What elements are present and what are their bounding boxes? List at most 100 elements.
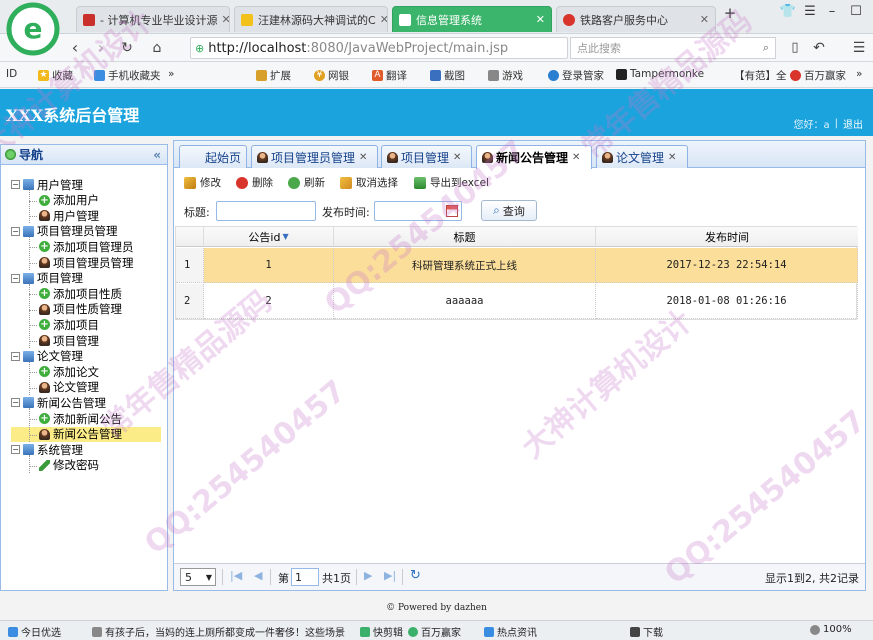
bookmarks-toggle-icon[interactable]: ID bbox=[6, 68, 17, 80]
sidebar-group[interactable]: − 新闻公告管理 bbox=[11, 395, 106, 410]
status-hot-news[interactable]: 热点资讯 bbox=[484, 624, 537, 639]
refresh-icon[interactable]: ↻ bbox=[116, 37, 138, 59]
status-daily-picks[interactable]: 今日优选 bbox=[8, 624, 61, 639]
cancel-select-button[interactable]: 取消选择 bbox=[340, 175, 398, 190]
close-icon[interactable]: ✕ bbox=[359, 152, 367, 163]
browser-tab-2[interactable]: 汪建林源码大神调试的C ✕ bbox=[234, 6, 388, 32]
bookmark-games[interactable]: 游戏 bbox=[488, 68, 523, 83]
close-icon[interactable]: ✕ bbox=[217, 13, 229, 26]
sidebar-item[interactable]: + 添加项目 bbox=[39, 317, 99, 332]
collapse-toggle-icon[interactable]: − bbox=[11, 351, 20, 361]
browser-tab-1[interactable]: - 计算机专业毕业设计源 ✕ bbox=[76, 6, 230, 32]
home-icon[interactable]: ⌂ bbox=[146, 37, 168, 59]
close-icon[interactable]: ✕ bbox=[376, 13, 387, 26]
sidebar-group[interactable]: − 项目管理 bbox=[11, 271, 83, 286]
refresh-icon[interactable]: ↻ bbox=[410, 568, 421, 583]
bookmark-tampermonkey[interactable]: Tampermonke bbox=[616, 68, 704, 80]
first-page-icon[interactable]: |◀ bbox=[230, 569, 242, 582]
tab-home[interactable]: 起始页 bbox=[179, 145, 247, 168]
sidebar-group[interactable]: − 论文管理 bbox=[11, 349, 83, 364]
undo-icon[interactable]: ↶ bbox=[808, 37, 830, 59]
sidebar-item[interactable]: 项目管理 bbox=[39, 333, 99, 348]
grid-header-time[interactable]: 发布时间 bbox=[596, 227, 858, 247]
status-download[interactable]: 下载 bbox=[630, 624, 663, 639]
bookmarks-more[interactable]: » bbox=[856, 68, 862, 80]
status-quick-cut[interactable]: 快剪辑 bbox=[360, 624, 403, 639]
bookmark-youfan[interactable]: 【有范】全 bbox=[734, 68, 787, 83]
collapse-toggle-icon[interactable]: − bbox=[11, 445, 20, 455]
collapse-button[interactable]: « bbox=[153, 148, 161, 162]
browser-tab-3[interactable]: 信息管理系统 ✕ bbox=[392, 6, 552, 32]
grid-header-title[interactable]: 标题 bbox=[334, 227, 596, 247]
sidebar-group[interactable]: − 用户管理 bbox=[11, 177, 83, 192]
sidebar-item[interactable]: 项目性质管理 bbox=[39, 302, 122, 317]
close-icon[interactable]: ✕ bbox=[696, 13, 709, 26]
tab-paper[interactable]: 论文管理 ✕ bbox=[596, 145, 688, 168]
collapse-toggle-icon[interactable]: − bbox=[11, 273, 20, 283]
new-tab-button[interactable]: + bbox=[720, 4, 740, 22]
bookmark-favorites[interactable]: ★ 收藏 bbox=[38, 68, 73, 83]
url-input[interactable]: ⊕ http://localhost:8080/JavaWebProject/m… bbox=[190, 37, 568, 59]
status-million[interactable]: 百万赢家 bbox=[408, 624, 461, 639]
prev-page-icon[interactable]: ◀ bbox=[254, 569, 262, 582]
next-page-icon[interactable]: ▶ bbox=[364, 569, 372, 582]
search-icon[interactable]: ⌕ bbox=[763, 41, 769, 55]
sidebar-item[interactable]: + 添加用户 bbox=[39, 193, 99, 208]
bookmark-mobile[interactable]: 手机收藏夹 bbox=[94, 68, 161, 83]
status-zoom[interactable]: 100% bbox=[810, 624, 852, 635]
logout-link[interactable]: 退出 bbox=[843, 116, 863, 131]
sidebar-group[interactable]: − 项目管理员管理 bbox=[11, 224, 118, 239]
back-button[interactable]: ‹ bbox=[64, 37, 86, 59]
bookmark-login-manager[interactable]: 登录管家 bbox=[548, 68, 604, 83]
menu-icon[interactable]: ☰ bbox=[800, 4, 820, 19]
page-number-input[interactable]: 1 bbox=[291, 568, 319, 586]
sidebar-group[interactable]: − 系统管理 bbox=[11, 442, 83, 457]
page-size-select[interactable]: 5 ▼ bbox=[180, 568, 216, 586]
export-excel-button[interactable]: 导出到excel bbox=[414, 175, 489, 190]
bookmark-screenshot[interactable]: 截图 bbox=[430, 68, 465, 83]
title-input[interactable] bbox=[216, 201, 316, 221]
table-cell-id[interactable]: 2 bbox=[204, 284, 334, 319]
sidebar-item[interactable]: + 添加项目管理员 bbox=[39, 239, 134, 254]
tab-project[interactable]: 项目管理 ✕ bbox=[381, 145, 472, 168]
tab-news[interactable]: 新闻公告管理 ✕ bbox=[476, 145, 592, 169]
delete-button[interactable]: 删除 bbox=[236, 175, 273, 190]
bookmarks-more[interactable]: » bbox=[168, 68, 174, 80]
forward-button[interactable]: › bbox=[90, 37, 112, 59]
sidebar-item[interactable]: + 添加新闻公告 bbox=[39, 411, 122, 426]
menu-icon[interactable]: ☰ bbox=[848, 37, 870, 59]
sidebar-item[interactable]: 用户管理 bbox=[39, 208, 99, 223]
sidebar-item[interactable]: 修改密码 bbox=[39, 458, 99, 473]
sidebar-item[interactable]: 项目管理员管理 bbox=[39, 255, 134, 270]
grid-header-id[interactable]: 公告id ▼ bbox=[204, 227, 334, 247]
tab-project-admin[interactable]: 项目管理员管理 ✕ bbox=[251, 145, 378, 168]
collapse-toggle-icon[interactable]: − bbox=[11, 398, 20, 408]
browser-search-input[interactable]: 点此搜索 ⌕ bbox=[570, 37, 776, 59]
edit-button[interactable]: 修改 bbox=[184, 175, 221, 190]
bookmark-translate[interactable]: A 翻译 bbox=[372, 68, 407, 83]
maximize-icon[interactable]: ☐ bbox=[846, 4, 866, 19]
close-icon[interactable]: ✕ bbox=[453, 152, 461, 163]
collapse-toggle-icon[interactable]: − bbox=[11, 226, 20, 236]
table-cell-time[interactable]: 2017-12-23 22:54:14 bbox=[596, 248, 858, 283]
browser-tab-4[interactable]: 铁路客户服务中心 ✕ bbox=[556, 6, 716, 32]
skin-icon[interactable]: 👕 bbox=[778, 4, 798, 19]
bookmark-extensions[interactable]: 扩展 bbox=[256, 68, 291, 83]
phone-icon[interactable]: ▯ bbox=[784, 37, 806, 59]
close-icon[interactable]: ✕ bbox=[572, 152, 580, 163]
refresh-button[interactable]: 刷新 bbox=[288, 175, 325, 190]
close-icon[interactable]: ✕ bbox=[532, 13, 545, 26]
collapse-toggle-icon[interactable]: − bbox=[11, 180, 20, 189]
table-cell-title[interactable]: 科研管理系统正式上线 bbox=[334, 248, 596, 283]
minimize-icon[interactable]: – bbox=[822, 4, 842, 19]
calendar-icon[interactable] bbox=[446, 205, 458, 217]
bookmark-bank[interactable]: ¥ 网银 bbox=[314, 68, 349, 83]
table-cell-time[interactable]: 2018-01-08 01:26:16 bbox=[596, 284, 858, 319]
sidebar-item[interactable]: 论文管理 bbox=[39, 380, 99, 395]
query-button[interactable]: ⌕ 查询 bbox=[481, 200, 537, 221]
sidebar-item[interactable]: + 添加项目性质 bbox=[39, 286, 122, 301]
status-news-ticker[interactable]: 有孩子后，当妈的连上厕所都变成一件奢侈！这些场景 bbox=[92, 624, 345, 639]
close-icon[interactable]: ✕ bbox=[668, 152, 676, 163]
sidebar-item[interactable]: + 添加论文 bbox=[39, 364, 99, 379]
last-page-icon[interactable]: ▶| bbox=[384, 569, 396, 582]
